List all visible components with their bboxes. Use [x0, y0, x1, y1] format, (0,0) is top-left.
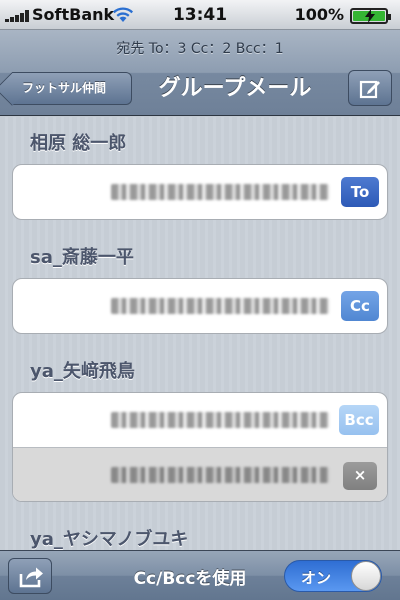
- recipient-list[interactable]: 相原 総一郎 To sa_斎藤一平 Cc ya_矢﨑飛鳥 Bcc × ya_ヤシ…: [0, 117, 400, 550]
- address-row-excluded[interactable]: ×: [13, 447, 387, 501]
- address-group: Cc: [12, 278, 388, 334]
- recipient-type-button[interactable]: To: [341, 177, 379, 207]
- toggle-state-label: オン: [301, 569, 332, 587]
- address-group: Bcc ×: [12, 392, 388, 502]
- recipient-type-button[interactable]: Cc: [341, 291, 379, 321]
- email-address: [111, 467, 329, 483]
- recipient-name: sa_斎藤一平: [30, 247, 134, 268]
- recipient-name: ya_ヤシマノブユキ: [30, 529, 189, 550]
- recipient-name: 相原 総一郎: [30, 133, 127, 154]
- address-row[interactable]: To: [13, 165, 387, 219]
- cc-bcc-label: Cc/Bccを使用: [133, 569, 247, 589]
- cc-bcc-toggle[interactable]: オン: [284, 560, 382, 592]
- compose-button[interactable]: [348, 70, 392, 106]
- page-title: グループメール: [158, 76, 312, 101]
- email-address: [111, 184, 329, 200]
- address-group: To: [12, 164, 388, 220]
- bottom-toolbar: Cc/Bccを使用 オン: [0, 550, 400, 600]
- share-button[interactable]: [8, 558, 52, 594]
- battery-icon: [350, 8, 391, 24]
- email-address: [111, 298, 329, 314]
- navigation-bar: 宛先 To：3 Cc：2 Bcc：1 フットサル仲間 グループメール: [0, 30, 400, 116]
- back-button[interactable]: フットサル仲間: [12, 72, 132, 105]
- compose-icon: [359, 80, 380, 99]
- remove-button[interactable]: ×: [343, 462, 377, 490]
- recipient-summary: 宛先 To：3 Cc：2 Bcc：1: [116, 41, 284, 57]
- email-address: [111, 412, 329, 428]
- back-button-label: フットサル仲間: [22, 81, 107, 95]
- recipient-type-button[interactable]: Bcc: [339, 405, 379, 435]
- toggle-knob[interactable]: [351, 561, 381, 591]
- charging-bolt-icon: [365, 9, 375, 23]
- address-row[interactable]: Cc: [13, 279, 387, 333]
- share-icon: [19, 567, 43, 588]
- recipient-name: ya_矢﨑飛鳥: [30, 361, 135, 382]
- battery-percent: 100%: [294, 5, 344, 24]
- status-bar: SoftBank 13:41 100%: [0, 0, 400, 30]
- address-row[interactable]: Bcc: [13, 393, 387, 447]
